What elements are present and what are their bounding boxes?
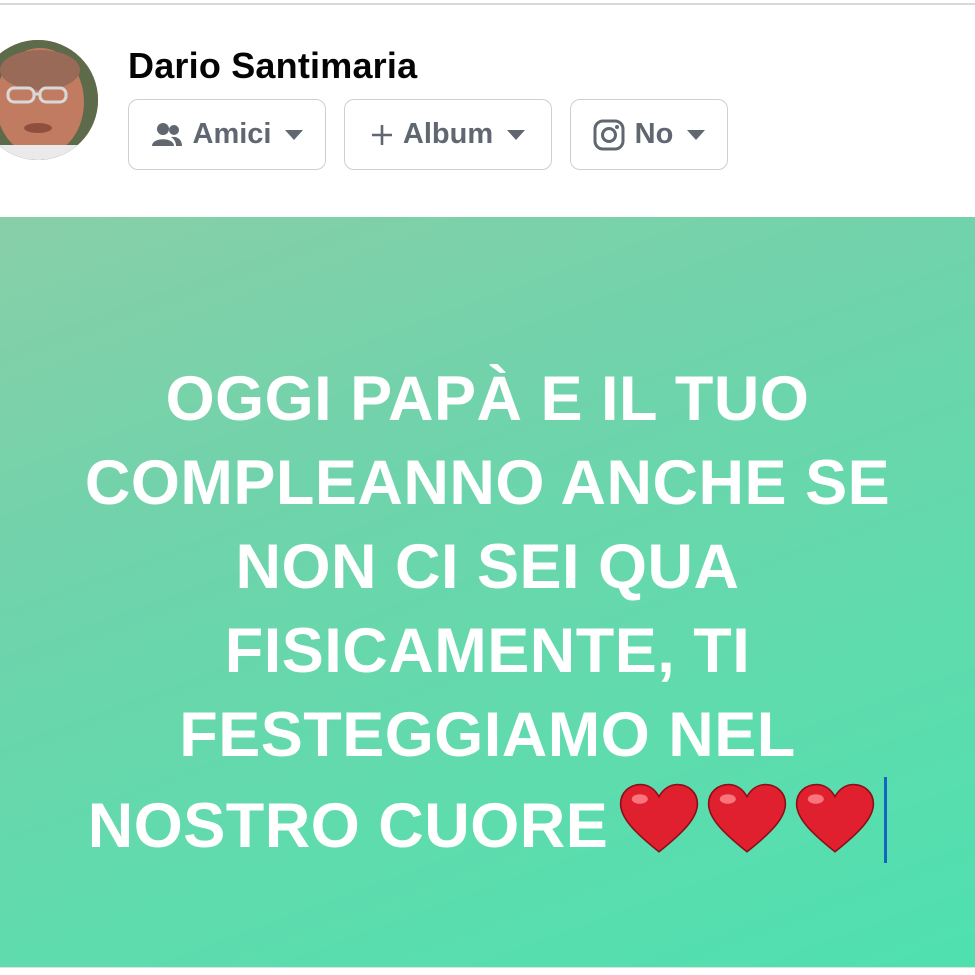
avatar[interactable] [0, 40, 98, 160]
friends-icon [151, 122, 183, 148]
album-selector-button[interactable]: Album [344, 99, 552, 170]
post-text-editor[interactable]: OGGI PAPÀ E IL TUO COMPLEANNO ANCHE SE N… [50, 357, 925, 868]
heart-emoji [796, 783, 875, 853]
author-name[interactable]: Dario Santimaria [128, 45, 417, 87]
post-text-line: FISICAMENTE, TI [224, 616, 751, 686]
post-text-line: FESTEGGIAMO NEL [179, 700, 796, 770]
caret-down-icon [687, 129, 706, 140]
privacy-selector-button[interactable]: Amici [128, 99, 326, 170]
post-text-line-last: NOSTRO CUORE [50, 777, 925, 868]
album-label: Album [402, 118, 494, 150]
caret-down-icon [507, 129, 526, 140]
bottom-divider [0, 967, 975, 975]
instagram-label: No [634, 118, 674, 150]
heart-emoji [620, 783, 699, 853]
plus-icon [371, 124, 393, 146]
heart-emoji [708, 783, 787, 853]
privacy-label: Amici [192, 118, 272, 150]
post-text-line: NON CI SEI QUA [235, 532, 740, 602]
post-text-line: NOSTRO CUORE [87, 791, 609, 861]
text-cursor [884, 777, 888, 863]
post-text-line: COMPLEANNO ANCHE SE [84, 448, 891, 518]
post-composer-header: Dario Santimaria Amici Album No [0, 5, 975, 217]
hearts-emoji-group [618, 783, 882, 868]
post-background[interactable]: OGGI PAPÀ E IL TUO COMPLEANNO ANCHE SE N… [0, 217, 975, 967]
caret-down-icon [285, 129, 304, 140]
post-text-line: OGGI PAPÀ E IL TUO [165, 364, 810, 434]
avatar-photo [0, 40, 98, 160]
instagram-share-button[interactable]: No [570, 99, 728, 170]
instagram-icon [593, 119, 625, 151]
